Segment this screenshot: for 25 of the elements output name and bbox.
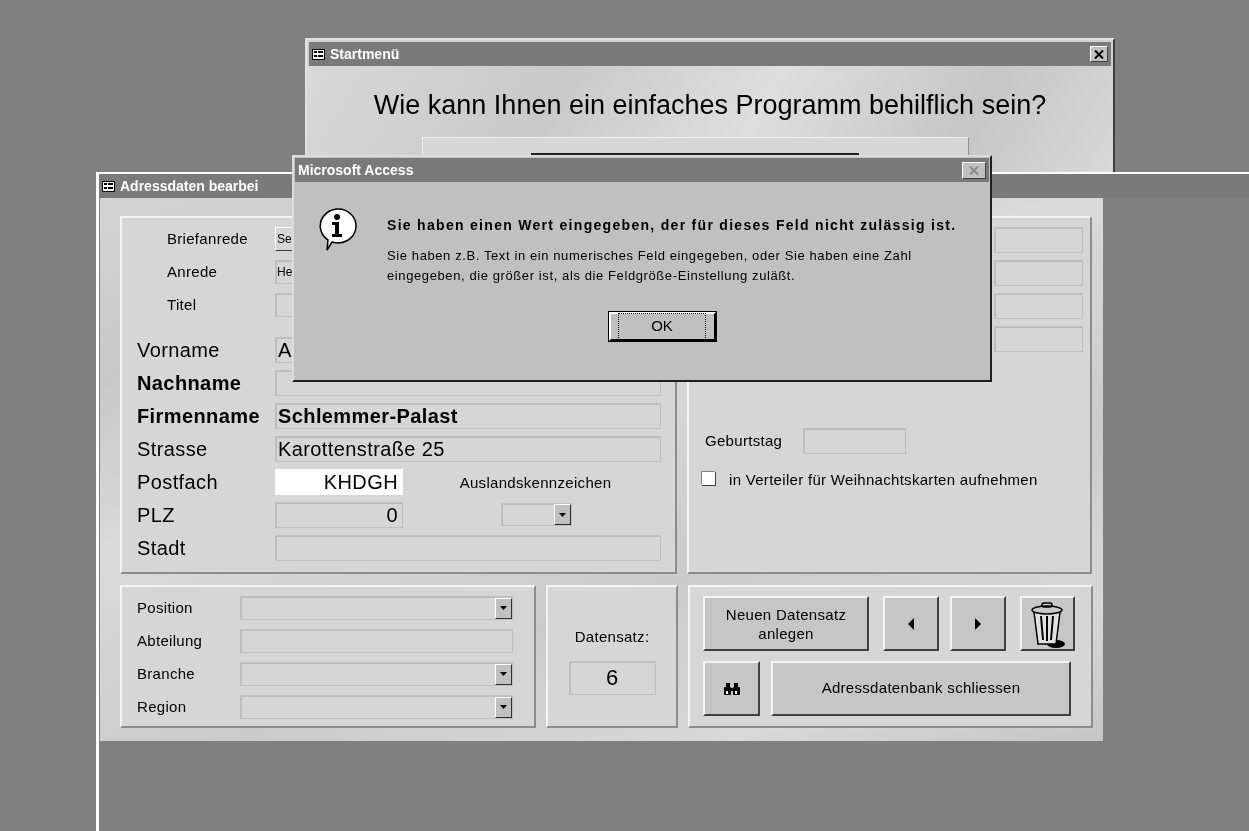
field-label: Geburtstag: [705, 432, 783, 449]
record-number-field: 6: [568, 660, 656, 695]
dialog-message: Sie haben z.B. Text in ein numerisches Feld eingegeben, oder Sie haben eine Zahl eingegeben, die größer ist, als die Feldgröße-Einstellung zuläßt.: [387, 247, 913, 285]
field-label: Anrede: [167, 262, 218, 280]
field-label: Vorname: [137, 338, 220, 361]
checkbox-label: in Verteiler für Weihnachtskarten aufnehmen: [729, 470, 1038, 490]
field-label: Stadt: [137, 536, 186, 559]
field-label: PLZ: [137, 503, 175, 526]
dialog-title: Microsoft Access: [298, 160, 414, 180]
field-label: Strasse: [137, 437, 208, 460]
field-label: Position: [137, 599, 193, 616]
record-label: Datensatz:: [574, 627, 650, 647]
window-title: Adressdaten bearbei: [120, 176, 259, 196]
field-label: Nachname: [137, 371, 242, 394]
field-label: Auslandskennzeichen: [458, 473, 612, 494]
field-label: Abteilung: [137, 632, 203, 649]
field-label: Branche: [137, 665, 195, 682]
field-label: Briefanrede: [167, 229, 248, 247]
question-heading: Wie kann Ihnen ein einfaches Programm behilflich sein?: [373, 92, 1047, 119]
field-label: Region: [137, 698, 187, 715]
field-label: Firmenname: [137, 404, 260, 427]
field-label: Postfach: [137, 470, 219, 493]
field-label: Titel: [167, 295, 197, 313]
window-title: Startmenü: [330, 44, 400, 64]
dialog-heading: Sie haben einen Wert eingegeben, der für dieses Feld nicht zulässig ist.: [387, 216, 957, 235]
